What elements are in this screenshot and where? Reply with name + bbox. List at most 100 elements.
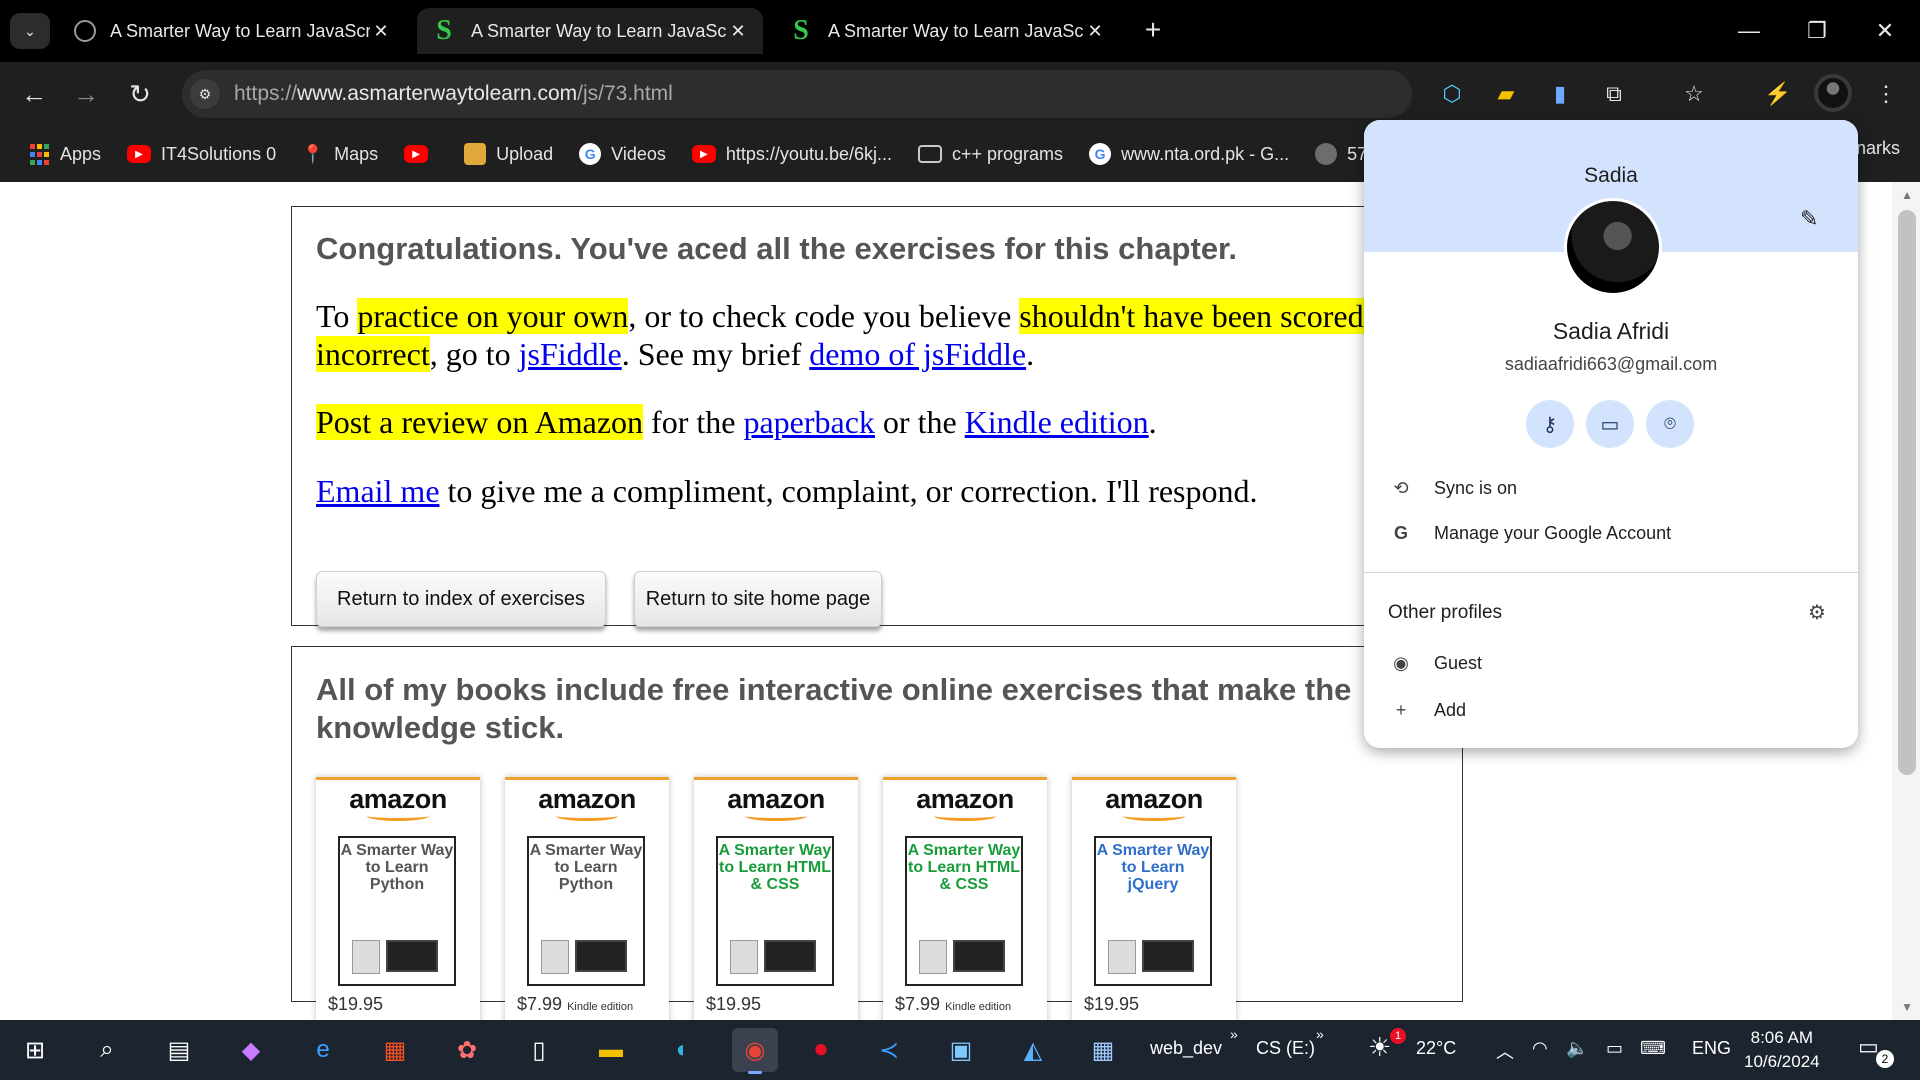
control-panel-icon[interactable]: ▣: [938, 1028, 984, 1072]
back-button[interactable]: ←: [14, 74, 54, 114]
chrome-icon[interactable]: ◉: [732, 1028, 778, 1074]
search-icon[interactable]: ⌕: [84, 1028, 130, 1072]
return-to-home-button[interactable]: Return to site home page: [634, 571, 882, 627]
temperature-label[interactable]: 22°C: [1416, 1038, 1456, 1059]
edge-icon[interactable]: ◐: [660, 1028, 706, 1072]
keyboard-icon[interactable]: ⌨: [1640, 1038, 1666, 1059]
url-text[interactable]: https://www.asmarterwaytolearn.com/js/73…: [234, 82, 673, 106]
book-card[interactable]: amazon A Smarter Way to Learn HTML & CSS…: [694, 777, 858, 1020]
bookmark-maps[interactable]: 📍 Maps: [292, 134, 388, 174]
chevron-up-icon[interactable]: ︿: [1496, 1038, 1514, 1064]
time-label: 8:06 AM: [1750, 1028, 1813, 1047]
clock[interactable]: 8:06 AM 10/6/2024: [1744, 1026, 1820, 1074]
books-panel: All of my books include free interactive…: [291, 646, 1463, 1020]
all-bookmarks-label[interactable]: narks: [1856, 138, 1900, 159]
manage-account-row[interactable]: G Manage your Google Account: [1390, 523, 1671, 544]
scroll-up-icon[interactable]: ▲: [1901, 188, 1913, 202]
book-card[interactable]: amazon A Smarter Way to Learn Python $7.…: [505, 777, 669, 1020]
extension-docs-icon[interactable]: ▮: [1542, 76, 1578, 112]
close-tab-icon[interactable]: ✕: [727, 21, 749, 42]
devices-icon: [1108, 938, 1198, 974]
book-card[interactable]: amazon A Smarter Way to Learn jQuery $19…: [1072, 777, 1236, 1020]
internet-explorer-icon[interactable]: e: [300, 1028, 346, 1072]
site-info-icon[interactable]: ⚙: [190, 79, 220, 109]
file-explorer-icon[interactable]: ▬: [588, 1028, 634, 1072]
vscode-icon[interactable]: ≺: [866, 1028, 912, 1072]
close-tab-icon[interactable]: ✕: [370, 21, 392, 42]
menu-kebab-icon[interactable]: ⋮: [1868, 76, 1904, 112]
photos-icon[interactable]: ◭: [1010, 1028, 1056, 1072]
address-bar[interactable]: ⚙ https://www.asmarterwaytolearn.com/js/…: [182, 70, 1412, 118]
volume-icon[interactable]: 🔈: [1566, 1038, 1588, 1059]
paperback-link[interactable]: paperback: [743, 404, 874, 440]
tab-search-button[interactable]: ⌄: [10, 13, 50, 49]
bookmarks-star-icon[interactable]: ☆: [1676, 76, 1712, 112]
price-value: $19.95: [328, 994, 384, 1014]
paint-icon[interactable]: ✿: [444, 1028, 490, 1072]
bookmark-it4solutions[interactable]: ▶ IT4Solutions 0: [117, 134, 286, 174]
book-title: A Smarter Way to Learn HTML & CSS: [907, 842, 1021, 893]
profile-avatar-button[interactable]: [1814, 74, 1852, 112]
weather-icon[interactable]: ☀: [1368, 1032, 1391, 1063]
notepad-icon[interactable]: ▯: [516, 1028, 562, 1072]
task-view-icon[interactable]: ▤: [156, 1028, 202, 1072]
battery-icon[interactable]: ▭: [1606, 1038, 1623, 1059]
restore-button[interactable]: ❐: [1782, 0, 1852, 62]
drive-toolbar-label[interactable]: CS (E:): [1256, 1038, 1315, 1059]
chevron-icon[interactable]: »: [1316, 1026, 1324, 1042]
extension-hexagon-icon[interactable]: ⬡: [1434, 76, 1470, 112]
sync-row[interactable]: ⟲ Sync is on: [1390, 478, 1517, 499]
gear-icon[interactable]: ⚙: [1808, 600, 1826, 625]
bookmark-youtu-be[interactable]: ▶ https://youtu.be/6kj...: [682, 134, 902, 174]
credit-card-icon[interactable]: ▭: [1586, 400, 1634, 448]
web-dev-toolbar-label[interactable]: web_dev: [1150, 1038, 1222, 1059]
price-value: $7.99: [517, 994, 563, 1014]
bookmark-nta[interactable]: G www.nta.ord.pk - G...: [1079, 134, 1299, 174]
record-icon[interactable]: ⏺: [798, 1028, 844, 1072]
wifi-icon[interactable]: ◠: [1532, 1038, 1548, 1059]
bookmark-apps[interactable]: Apps: [18, 134, 111, 174]
key-icon[interactable]: ⚷: [1526, 400, 1574, 448]
demo-jsfiddle-link[interactable]: demo of jsFiddle: [809, 336, 1026, 372]
scroll-down-icon[interactable]: ▼: [1901, 1000, 1913, 1014]
chevron-icon[interactable]: »: [1230, 1026, 1238, 1042]
tab-2[interactable]: S A Smarter Way to Learn JavaScr ✕: [417, 8, 763, 54]
guest-profile-row[interactable]: ◉ Guest: [1390, 653, 1482, 674]
language-label[interactable]: ENG: [1692, 1038, 1731, 1059]
tab-1[interactable]: A Smarter Way to Learn JavaScr ✕: [60, 8, 406, 54]
extensions-puzzle-icon[interactable]: ⧉: [1596, 76, 1632, 112]
scrollbar-thumb[interactable]: [1898, 210, 1916, 775]
add-profile-row[interactable]: + Add: [1390, 700, 1466, 721]
browser-toolbar: ← → ↻ ⚙ https://www.asmarterwaytolearn.c…: [0, 62, 1920, 126]
return-to-index-button[interactable]: Return to index of exercises: [316, 571, 606, 627]
email-me-link[interactable]: Email me: [316, 473, 440, 509]
kindle-edition-link[interactable]: Kindle edition: [965, 404, 1149, 440]
forward-button[interactable]: →: [66, 74, 106, 114]
jsfiddle-link[interactable]: jsFiddle: [519, 336, 622, 372]
congrats-heading: Congratulations. You've aced all the exe…: [316, 231, 1238, 266]
calculator-icon[interactable]: ▦: [1080, 1028, 1126, 1072]
performance-icon[interactable]: ⚡: [1760, 76, 1796, 112]
bookmark-youtube[interactable]: ▶: [394, 134, 448, 174]
book-card[interactable]: amazon A Smarter Way to Learn Python $19…: [316, 777, 480, 1020]
close-window-button[interactable]: ✕: [1850, 0, 1920, 62]
minimize-button[interactable]: —: [1714, 0, 1784, 62]
bookmark-cpp-programs[interactable]: c++ programs: [908, 134, 1073, 174]
location-pin-icon[interactable]: ⌾: [1646, 400, 1694, 448]
tab-strip: ⌄ A Smarter Way to Learn JavaScr ✕ S A S…: [0, 0, 1920, 62]
close-tab-icon[interactable]: ✕: [1084, 21, 1106, 42]
windows-start-icon[interactable]: ⊞: [12, 1028, 58, 1072]
pencil-icon[interactable]: ✎: [1800, 206, 1818, 232]
reload-button[interactable]: ↻: [120, 74, 160, 114]
book-card[interactable]: amazon A Smarter Way to Learn HTML & CSS…: [883, 777, 1047, 1020]
copilot-icon[interactable]: ◆: [228, 1028, 274, 1072]
new-tab-button[interactable]: +: [1136, 14, 1170, 48]
bookmark-videos[interactable]: G Videos: [569, 134, 676, 174]
microsoft-store-icon[interactable]: ▦: [372, 1028, 418, 1072]
tab-3[interactable]: S A Smarter Way to Learn JavaScr ✕: [774, 8, 1120, 54]
bookmark-upload[interactable]: Upload: [454, 134, 563, 174]
notification-icon[interactable]: ▭ 2: [1858, 1034, 1894, 1068]
book-title: A Smarter Way to Learn Python: [529, 842, 643, 893]
extension-folder-icon[interactable]: ▰: [1488, 76, 1524, 112]
text: or the: [874, 404, 965, 440]
